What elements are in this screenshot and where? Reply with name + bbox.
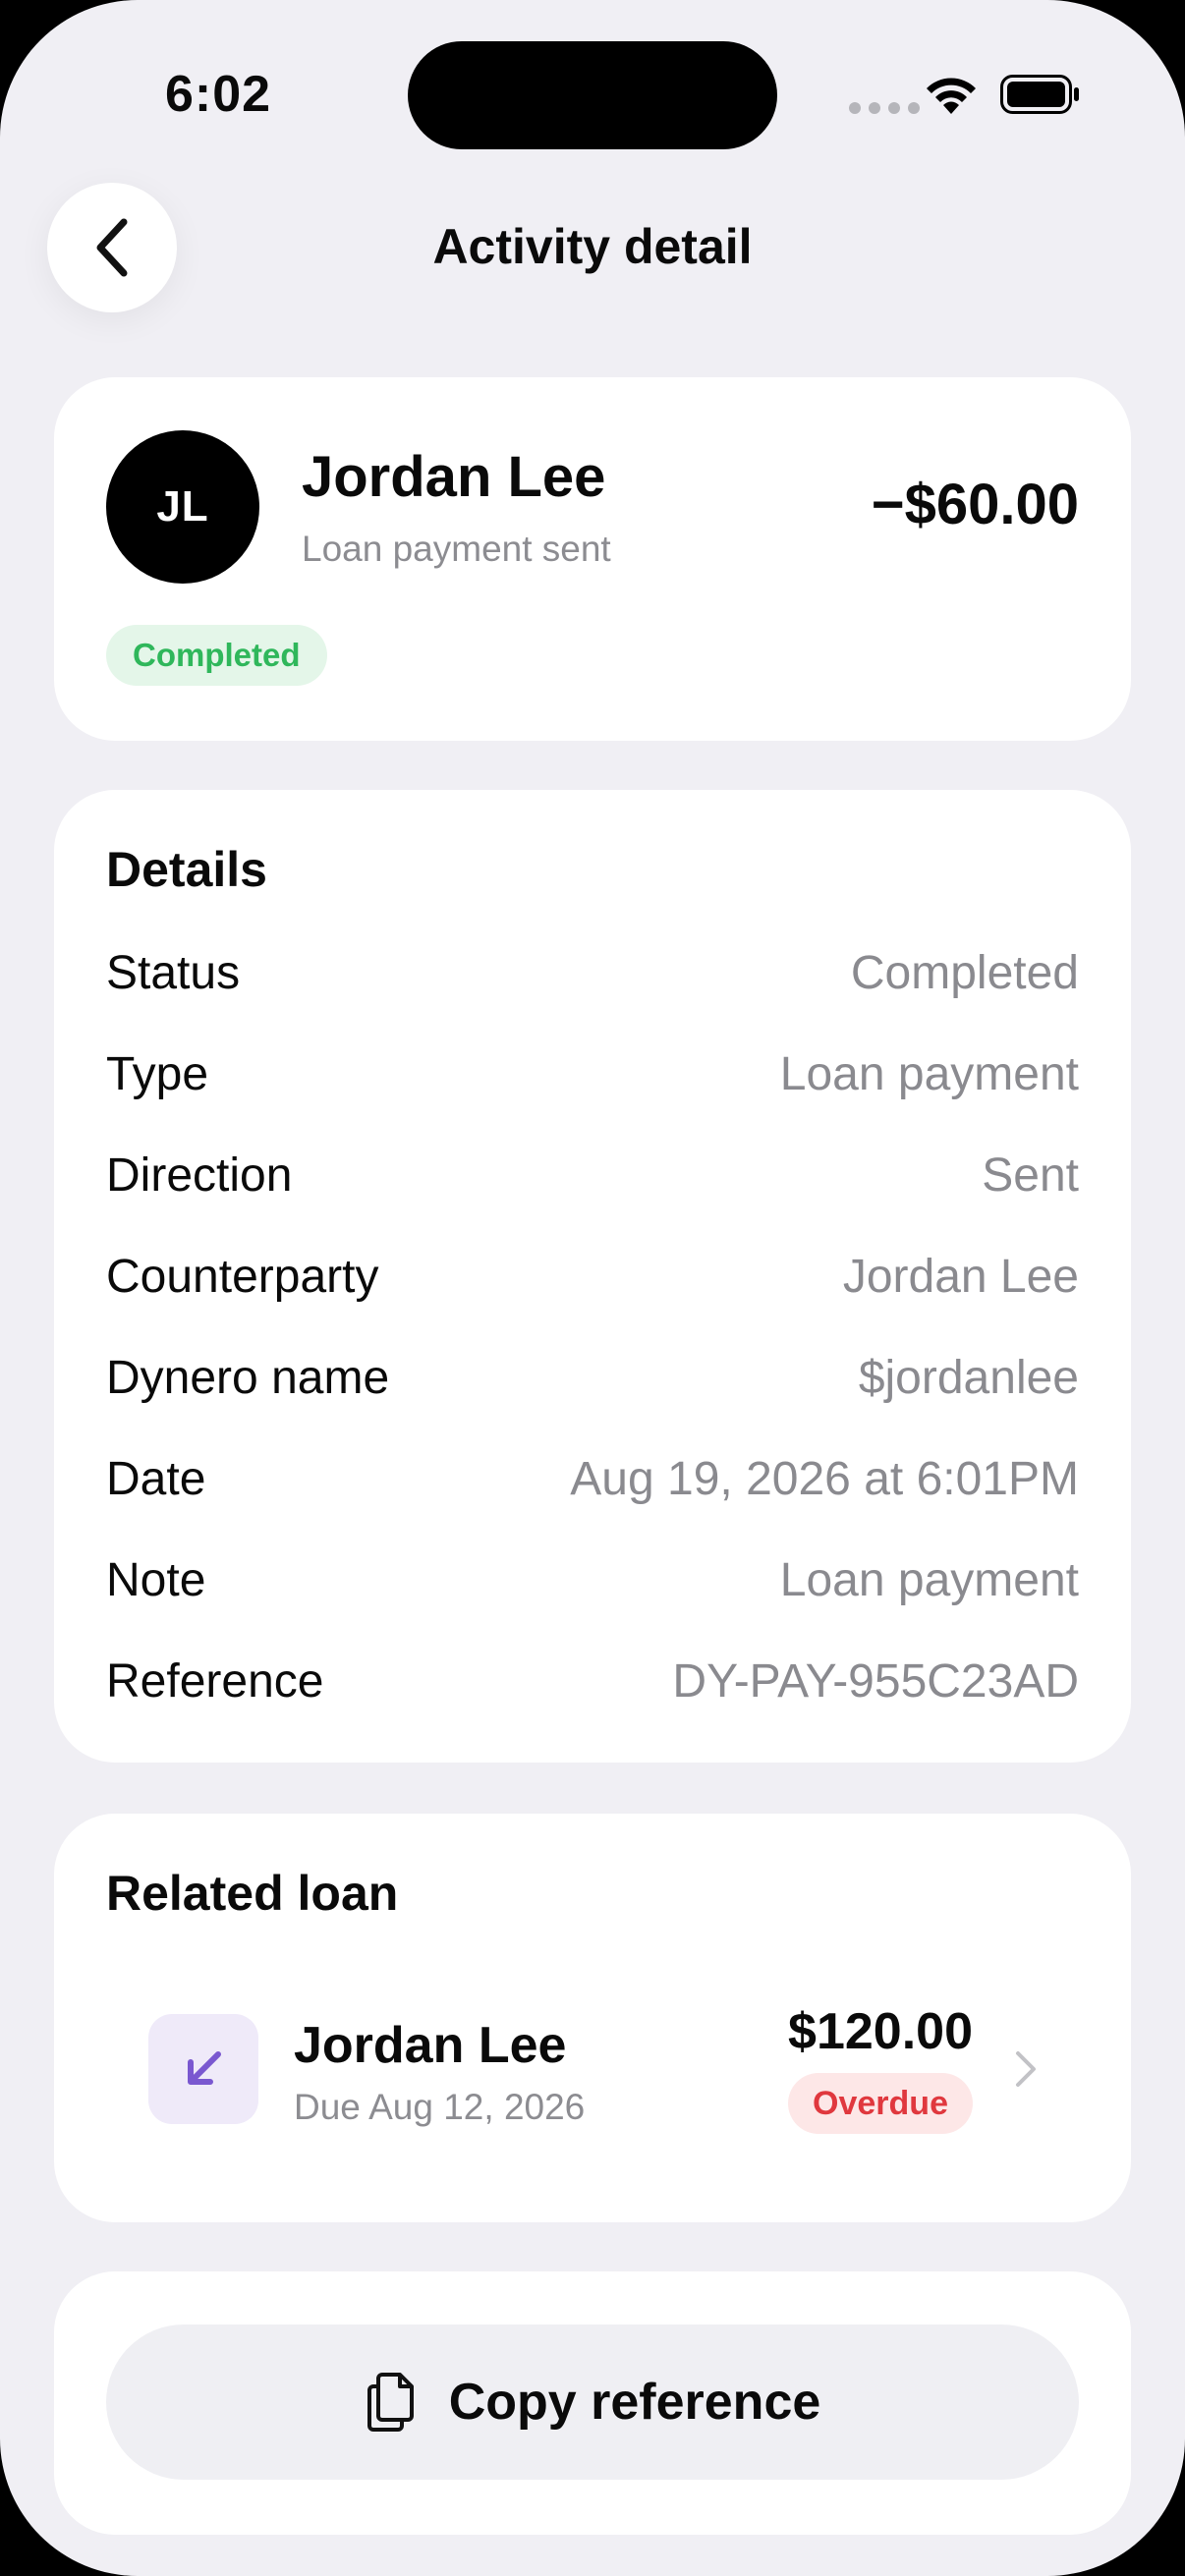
detail-label: Status <box>106 946 241 999</box>
detail-label: Dynero name <box>106 1351 390 1404</box>
detail-value: Completed <box>850 946 1079 999</box>
copy-reference-card: Copy reference <box>54 2271 1131 2535</box>
transaction-summary-card: JL Jordan Lee Loan payment sent −$60.00 … <box>54 377 1131 741</box>
copy-reference-button[interactable]: Copy reference <box>106 2324 1079 2480</box>
detail-label: Date <box>106 1452 206 1505</box>
page-title: Activity detail <box>432 219 753 274</box>
battery-icon <box>1000 75 1079 114</box>
status-time: 6:02 <box>165 66 272 123</box>
related-loan-card: Related loan Jordan Lee Due Aug 12, 2026… <box>54 1814 1131 2222</box>
document-copy-icon <box>367 2373 414 2432</box>
wifi-icon <box>927 78 976 114</box>
counterparty-name: Jordan Lee <box>302 445 606 509</box>
detail-value: Aug 19, 2026 at 6:01PM <box>570 1452 1079 1505</box>
loan-counterparty-name: Jordan Lee <box>294 2017 567 2074</box>
details-card: Details Status Completed Type Loan payme… <box>54 790 1131 1763</box>
detail-label: Type <box>106 1047 209 1100</box>
dynamic-island <box>408 41 777 149</box>
status-badge: Completed <box>106 625 327 686</box>
detail-label: Note <box>106 1553 206 1606</box>
detail-value: DY-PAY-955C23AD <box>672 1654 1079 1708</box>
related-loan-item[interactable]: Jordan Lee Due Aug 12, 2026 $120.00 Over… <box>54 1961 1131 2177</box>
detail-value: Jordan Lee <box>842 1250 1079 1303</box>
avatar: JL <box>106 430 259 584</box>
detail-row-status: Status Completed <box>106 933 1079 1012</box>
detail-row-type: Type Loan payment <box>106 1035 1079 1113</box>
transaction-amount: −$60.00 <box>871 473 1079 536</box>
detail-value: Sent <box>982 1148 1079 1202</box>
detail-label: Counterparty <box>106 1250 379 1303</box>
loan-status-badge: Overdue <box>788 2073 973 2134</box>
loan-amount: $120.00 <box>788 2003 973 2060</box>
signal-dots-icon <box>849 102 920 114</box>
detail-label: Reference <box>106 1654 324 1708</box>
arrow-down-left-icon <box>188 2051 221 2085</box>
detail-value: Loan payment <box>779 1553 1079 1606</box>
detail-row-note: Note Loan payment <box>106 1540 1079 1619</box>
detail-value: Loan payment <box>779 1047 1079 1100</box>
chevron-right-icon <box>1016 2051 1036 2087</box>
detail-row-dynero-name: Dynero name $jordanlee <box>106 1338 1079 1417</box>
detail-row-counterparty: Counterparty Jordan Lee <box>106 1237 1079 1316</box>
copy-reference-label: Copy reference <box>448 2374 821 2431</box>
loan-icon-tile <box>148 2014 258 2124</box>
detail-label: Direction <box>106 1148 293 1202</box>
loan-due-date: Due Aug 12, 2026 <box>294 2087 586 2127</box>
details-title: Details <box>106 842 267 897</box>
screen: 6:02 Activity detail JL Jordan Lee Loan … <box>0 0 1185 2576</box>
detail-row-direction: Direction Sent <box>106 1136 1079 1214</box>
transaction-subtitle: Loan payment sent <box>302 529 611 569</box>
related-loan-title: Related loan <box>106 1866 399 1921</box>
detail-value: $jordanlee <box>858 1351 1079 1404</box>
detail-row-reference: Reference DY-PAY-955C23AD <box>106 1642 1079 1720</box>
detail-row-date: Date Aug 19, 2026 at 6:01PM <box>106 1439 1079 1518</box>
